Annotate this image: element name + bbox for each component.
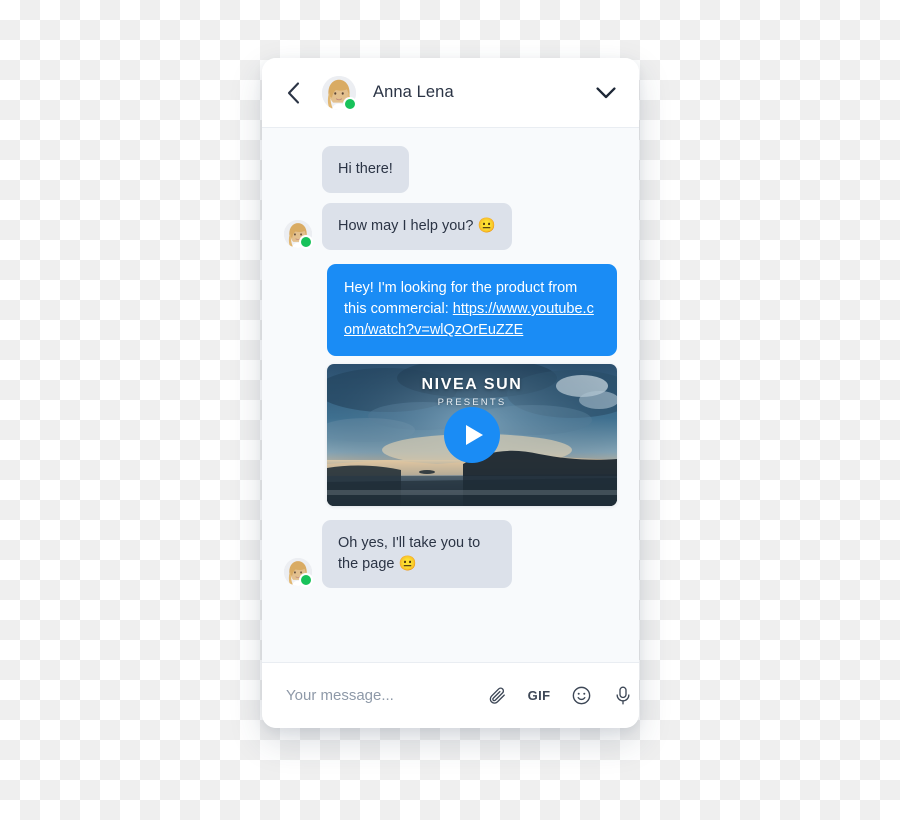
chevron-left-icon [287,81,299,104]
sender-avatar[interactable] [284,558,313,587]
online-status-indicator [343,96,357,111]
message-row-outgoing: Hey! I'm looking for the product from th… [284,264,617,356]
microphone-button[interactable] [611,684,635,708]
message-text: How may I help you? [338,218,478,234]
emoji-button[interactable] [569,684,593,708]
message-row-incoming: Hi there! [284,146,617,193]
chevron-down-icon [596,86,616,98]
attach-icon [489,687,505,704]
contact-avatar[interactable] [322,75,357,111]
video-message-row: NIVEA SUN PRESENTS [284,364,617,506]
message-bubble[interactable]: How may I help you? 😐 [322,203,512,250]
chat-window: Anna Lena Hi there! How may I help you? … [262,58,639,728]
play-icon [466,425,483,445]
attach-button[interactable] [485,684,509,708]
message-list: Hi there! How may I help you? 😐 Hey! I'm… [262,128,639,662]
message-bubble[interactable]: Hey! I'm looking for the product from th… [327,264,617,356]
chat-options-button[interactable] [593,80,619,106]
message-bubble[interactable]: Hi there! [322,146,409,193]
gif-button[interactable]: GIF [527,684,551,708]
composer-actions: GIF [485,684,635,708]
online-status-indicator [299,573,313,587]
message-row-incoming: Oh yes, I'll take you to the page 😐 [284,520,617,588]
emoji-icon [572,686,590,705]
message-emoji: 😐 [477,218,496,234]
gif-label: GIF [527,688,551,703]
video-preview-card[interactable]: NIVEA SUN PRESENTS [327,364,617,506]
message-bubble[interactable]: Oh yes, I'll take you to the page 😐 [322,520,512,588]
microphone-icon [616,686,630,705]
message-text: Hi there! [338,161,393,177]
play-button[interactable] [444,407,500,463]
message-input[interactable] [286,687,485,704]
contact-name: Anna Lena [373,83,454,101]
online-status-indicator [299,235,313,249]
back-button[interactable] [280,80,306,106]
sender-avatar[interactable] [284,220,313,249]
message-emoji: 😐 [398,556,417,572]
message-row-incoming: How may I help you? 😐 [284,203,617,250]
message-composer: GIF [262,662,639,728]
chat-header: Anna Lena [262,58,639,128]
